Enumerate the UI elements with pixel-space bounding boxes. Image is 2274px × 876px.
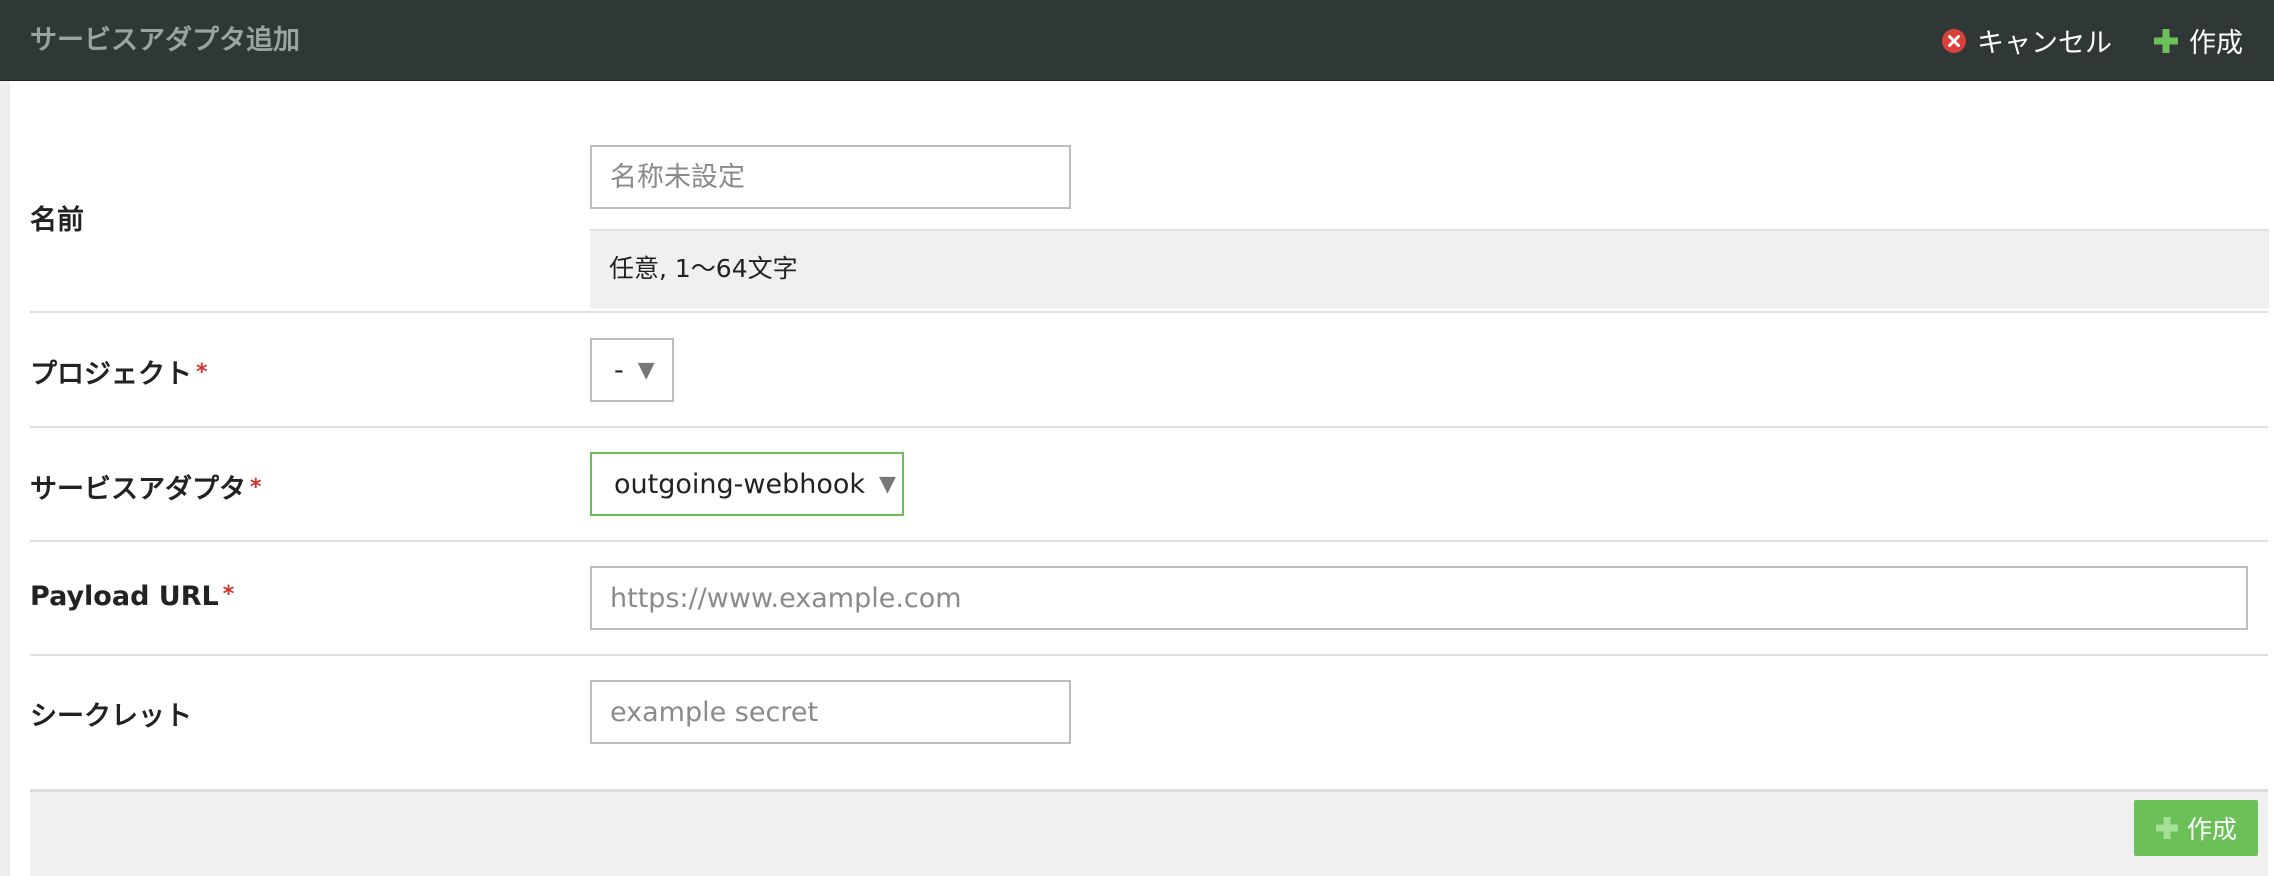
payload-url-input[interactable] bbox=[590, 566, 2248, 630]
project-label: プロジェクト * bbox=[30, 352, 208, 391]
payload-url-label-text: Payload URL bbox=[30, 581, 219, 612]
secret-label: シークレット bbox=[30, 701, 192, 732]
required-mark: * bbox=[250, 475, 262, 500]
create-label: 作成 bbox=[2189, 28, 2243, 59]
name-input[interactable] bbox=[590, 145, 1071, 209]
cancel-button[interactable]: キャンセル bbox=[1941, 0, 2112, 81]
project-select[interactable]: - ▼ bbox=[590, 338, 674, 402]
project-select-value: - bbox=[614, 354, 624, 386]
name-label: 名前 bbox=[30, 205, 84, 236]
form-row-project bbox=[30, 313, 2268, 428]
create-button-label: 作成 bbox=[2186, 815, 2237, 844]
page-header: サービスアダプタ追加 キャンセル 作成 bbox=[0, 0, 2274, 81]
create-button-top[interactable]: 作成 bbox=[2153, 0, 2243, 81]
close-circle-icon bbox=[1941, 28, 1967, 54]
service-adapter-select-value: outgoing-webhook bbox=[614, 468, 865, 500]
required-mark: * bbox=[222, 582, 235, 607]
left-edge-strip bbox=[0, 81, 10, 876]
service-adapter-select[interactable]: outgoing-webhook ▼ bbox=[590, 452, 904, 516]
plus-icon bbox=[2155, 816, 2179, 840]
chevron-down-icon: ▼ bbox=[637, 357, 655, 383]
form-row-service-adapter bbox=[30, 428, 2268, 542]
required-mark: * bbox=[196, 360, 208, 385]
page-title: サービスアダプタ追加 bbox=[30, 25, 300, 56]
payload-url-label: Payload URL * bbox=[30, 581, 234, 612]
cancel-label: キャンセル bbox=[1977, 28, 2112, 59]
name-hint: 任意, 1〜64文字 bbox=[590, 229, 2269, 308]
secret-input[interactable] bbox=[590, 680, 1071, 744]
chevron-down-icon: ▼ bbox=[879, 471, 896, 497]
create-button-bottom[interactable]: 作成 bbox=[2134, 800, 2258, 856]
plus-icon bbox=[2153, 28, 2179, 54]
form-footer bbox=[30, 789, 2268, 876]
project-label-text: プロジェクト bbox=[30, 359, 192, 390]
service-adapter-label-text: サービスアダプタ bbox=[30, 474, 246, 505]
service-adapter-label: サービスアダプタ * bbox=[30, 467, 262, 506]
